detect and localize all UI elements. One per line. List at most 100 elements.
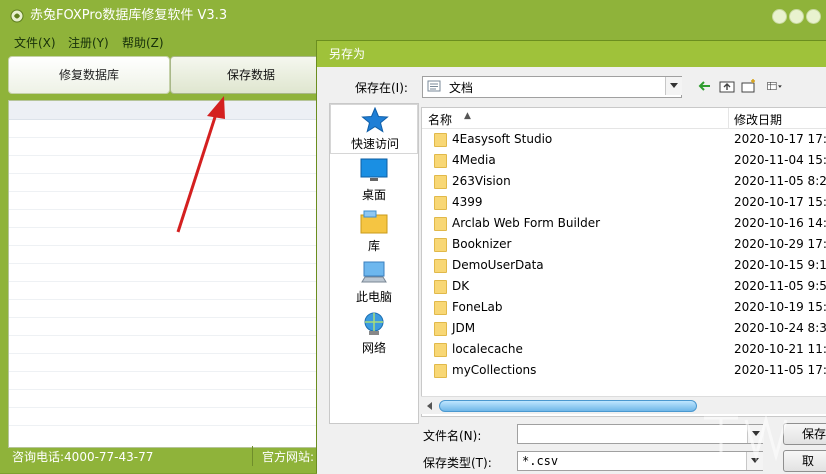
menu-register[interactable]: 注册(Y) bbox=[68, 34, 109, 51]
file-row[interactable]: DK 2020-11-05 9:53 bbox=[422, 276, 826, 297]
place-label: 此电脑 bbox=[355, 290, 392, 304]
grid-line bbox=[9, 281, 317, 282]
file-name: 4Easysoft Studio bbox=[452, 132, 553, 146]
place-label: 桌面 bbox=[361, 188, 386, 202]
file-date: 2020-11-05 17:3 bbox=[734, 363, 826, 377]
grid-line bbox=[9, 335, 317, 336]
file-name: Arclab Web Form Builder bbox=[452, 216, 601, 230]
file-date: 2020-10-16 14:0 bbox=[734, 216, 826, 230]
file-row[interactable]: DemoUserData 2020-10-15 9:14 bbox=[422, 255, 826, 276]
new-folder-icon[interactable] bbox=[741, 78, 757, 94]
close-button[interactable] bbox=[806, 9, 821, 24]
status-website: 官方网站: bbox=[262, 450, 315, 464]
file-date: 2020-10-21 11:6 bbox=[734, 342, 826, 356]
column-name-header[interactable]: 名称 bbox=[428, 111, 452, 128]
place-network[interactable]: 网络 bbox=[330, 309, 418, 359]
grid-line bbox=[9, 317, 317, 318]
grid-line bbox=[9, 425, 317, 426]
file-row[interactable]: Booknizer 2020-10-29 17:2 bbox=[422, 234, 826, 255]
grid-line bbox=[9, 137, 317, 138]
save-in-value: 文档 bbox=[449, 81, 474, 95]
file-date: 2020-11-05 9:53 bbox=[734, 279, 826, 293]
file-name: 263Vision bbox=[452, 174, 511, 188]
column-separator[interactable] bbox=[728, 108, 729, 128]
up-folder-icon[interactable] bbox=[719, 78, 735, 94]
folder-icon bbox=[434, 280, 447, 294]
documents-folder-icon bbox=[427, 80, 441, 92]
file-date: 2020-11-04 15:5 bbox=[734, 153, 826, 167]
dialog-title-bar: 另存为 bbox=[317, 41, 826, 67]
save-in-dropdown-button[interactable] bbox=[665, 77, 682, 95]
file-row[interactable]: 263Vision 2020-11-05 8:27 bbox=[422, 171, 826, 192]
data-grid-header bbox=[9, 101, 317, 120]
file-name: Booknizer bbox=[452, 237, 512, 251]
minimize-button[interactable] bbox=[772, 9, 787, 24]
file-row[interactable]: JDM 2020-10-24 8:33 bbox=[422, 318, 826, 339]
folder-icon bbox=[434, 133, 447, 147]
data-grid[interactable] bbox=[8, 100, 318, 448]
file-name: myCollections bbox=[452, 363, 537, 377]
star-icon bbox=[361, 107, 389, 133]
grid-line bbox=[9, 263, 317, 264]
view-menu-icon[interactable] bbox=[767, 78, 783, 94]
place-label: 快速访问 bbox=[350, 137, 399, 151]
file-row[interactable]: localecache 2020-10-21 11:6 bbox=[422, 339, 826, 360]
save-data-button[interactable]: 保存数据 bbox=[170, 56, 332, 94]
dialog-title: 另存为 bbox=[329, 47, 366, 61]
grid-line bbox=[9, 209, 317, 210]
folder-icon bbox=[434, 343, 447, 357]
grid-line bbox=[9, 353, 317, 354]
file-row[interactable]: myCollections 2020-11-05 17:3 bbox=[422, 360, 826, 381]
folder-icon bbox=[434, 322, 447, 336]
place-this-pc[interactable]: 此电脑 bbox=[330, 258, 418, 308]
folder-icon bbox=[434, 238, 447, 252]
file-row[interactable]: FoneLab 2020-10-19 15:4 bbox=[422, 297, 826, 318]
menu-help[interactable]: 帮助(Z) bbox=[122, 34, 164, 51]
file-list-header: 名称 ▲ 修改日期 bbox=[422, 108, 826, 129]
place-quick-access[interactable]: 快速访问 bbox=[330, 104, 418, 154]
folder-icon bbox=[434, 154, 447, 168]
grid-line bbox=[9, 407, 317, 408]
file-name: 4399 bbox=[452, 195, 483, 209]
place-library[interactable]: 库 bbox=[330, 207, 418, 257]
menu-file[interactable]: 文件(X) bbox=[14, 34, 56, 51]
file-date: 2020-10-19 15:4 bbox=[734, 300, 826, 314]
file-name: JDM bbox=[452, 321, 476, 335]
file-date: 2020-10-29 17:2 bbox=[734, 237, 826, 251]
status-divider bbox=[252, 446, 253, 466]
chevron-down-icon bbox=[670, 83, 678, 88]
repair-database-button[interactable]: 修复数据库 bbox=[8, 56, 170, 94]
place-desktop[interactable]: 桌面 bbox=[330, 156, 418, 206]
file-row[interactable]: Arclab Web Form Builder 2020-10-16 14:0 bbox=[422, 213, 826, 234]
places-bar: 快速访问 桌面 库 此电脑 网络 bbox=[329, 103, 419, 424]
status-phone: 咨询电话:4000-77-43-77 bbox=[12, 450, 154, 464]
grid-line bbox=[9, 155, 317, 156]
grid-line bbox=[9, 227, 317, 228]
scrollbar-thumb[interactable] bbox=[439, 400, 697, 412]
column-date-header[interactable]: 修改日期 bbox=[734, 111, 782, 128]
file-list[interactable]: 名称 ▲ 修改日期 4Easysoft Studio 2020-10-17 17… bbox=[421, 107, 826, 417]
file-row[interactable]: 4Easysoft Studio 2020-10-17 17:2 bbox=[422, 129, 826, 150]
folder-icon bbox=[434, 217, 447, 231]
scroll-left-icon[interactable] bbox=[427, 402, 432, 410]
file-date: 2020-10-17 17:2 bbox=[734, 132, 826, 146]
grid-line bbox=[9, 245, 317, 246]
grid-line bbox=[9, 389, 317, 390]
back-arrow-icon[interactable] bbox=[697, 78, 713, 94]
file-name: DemoUserData bbox=[452, 258, 544, 272]
computer-icon bbox=[361, 261, 387, 283]
maximize-button[interactable] bbox=[789, 9, 804, 24]
filename-label: 文件名(N): bbox=[423, 429, 482, 443]
folder-icon bbox=[434, 364, 447, 378]
file-name: DK bbox=[452, 279, 470, 293]
grid-line bbox=[9, 371, 317, 372]
desktop-icon bbox=[360, 158, 388, 181]
library-icon bbox=[360, 210, 388, 234]
place-label: 库 bbox=[367, 239, 380, 253]
file-date: 2020-10-17 15:2 bbox=[734, 195, 826, 209]
file-row[interactable]: 4399 2020-10-17 15:2 bbox=[422, 192, 826, 213]
app-logo-icon bbox=[10, 9, 24, 23]
save-in-select[interactable]: 文档 bbox=[422, 76, 682, 98]
file-row[interactable]: 4Media 2020-11-04 15:5 bbox=[422, 150, 826, 171]
folder-icon bbox=[434, 259, 447, 273]
